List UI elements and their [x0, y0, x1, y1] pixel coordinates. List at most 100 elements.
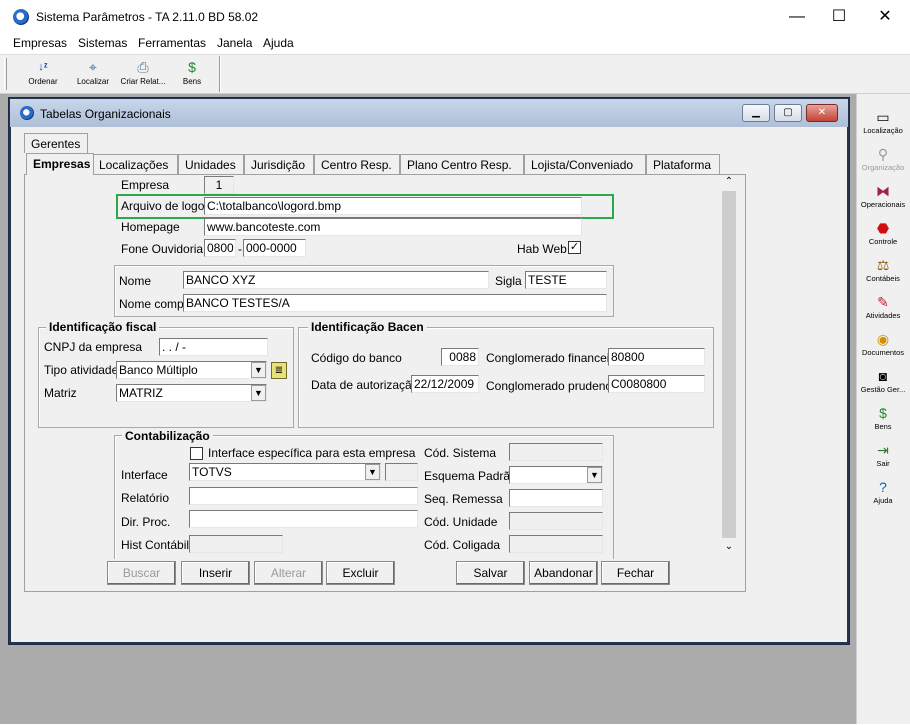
excluir-button[interactable]: Excluir [326, 561, 395, 585]
sigla-field[interactable]: TESTE [525, 271, 607, 289]
rp-controle-button[interactable]: ⬣ Controle [858, 220, 908, 246]
menu-ferramentas[interactable]: Ferramentas [138, 36, 206, 50]
cod-sistema-label: Cód. Sistema [424, 446, 497, 460]
tab-unidades[interactable]: Unidades [178, 154, 244, 174]
rp-documentos-label: Documentos [861, 348, 905, 357]
rp-controle-label: Controle [868, 237, 898, 246]
scroll-thumb[interactable] [722, 191, 736, 538]
inner-window-title: Tabelas Organizacionais [40, 107, 171, 121]
data-autorizacao-field[interactable]: 22/12/2009 [411, 375, 479, 393]
dir-proc-field[interactable] [189, 510, 418, 528]
rp-organizacao-button[interactable]: ⚲ Organização [858, 146, 908, 172]
interface-especifica-checkbox[interactable] [190, 447, 203, 460]
menu-janela[interactable]: Janela [217, 36, 252, 50]
fechar-button[interactable]: Fechar [601, 561, 670, 585]
fiscal-group-title: Identificação fiscal [46, 320, 160, 334]
abandonar-button[interactable]: Abandonar [529, 561, 598, 585]
alterar-button[interactable]: Alterar [254, 561, 323, 585]
tab-empresas[interactable]: Empresas [26, 153, 94, 175]
inner-close-button[interactable]: ✕ [806, 104, 838, 122]
homepage-field[interactable]: www.bancoteste.com [204, 218, 582, 236]
rp-contabeis-button[interactable]: ⚖ Contábeis [858, 257, 908, 283]
codigo-banco-field[interactable]: 0088 [441, 348, 479, 366]
inserir-button[interactable]: Inserir [181, 561, 250, 585]
empresa-field: 1 [204, 176, 234, 194]
fone-ddd-field[interactable]: 0800 [204, 239, 236, 257]
hab-web-label: Hab Web [517, 242, 567, 256]
conglomerado-prudencial-field[interactable]: C0080800 [608, 375, 705, 393]
tab-jurisdicao[interactable]: Jurisdição [244, 154, 314, 174]
lookup-list-icon[interactable]: ≣ [271, 362, 287, 379]
close-button[interactable]: ✕ [862, 6, 908, 28]
selection-highlight [116, 194, 614, 219]
relatorio-field[interactable] [189, 487, 418, 505]
matriz-select[interactable]: MATRIZ [116, 384, 267, 402]
toolbar-localizar-button[interactable]: ⌖ Localizar [74, 57, 112, 91]
money-bag-icon: $ [879, 405, 887, 421]
rp-bens-button[interactable]: $ Bens [858, 405, 908, 431]
nome-field[interactable]: BANCO XYZ [183, 271, 489, 289]
rp-ajuda-button[interactable]: ? Ajuda [858, 479, 908, 505]
rp-documentos-button[interactable]: ◉ Documentos [858, 331, 908, 357]
cod-unidade-field [509, 512, 603, 530]
window-title: Sistema Parâmetros - TA 2.11.0 BD 58.02 [36, 10, 259, 24]
cod-coligada-label: Cód. Coligada [424, 538, 501, 552]
sort-az-icon: ↓ᶻ [38, 61, 48, 73]
activities-icon: ✎ [877, 294, 889, 310]
scroll-down-icon[interactable]: ⌄ [722, 541, 736, 552]
tab-centro-resp[interactable]: Centro Resp. [314, 154, 400, 174]
toolbar-criar-relat-button[interactable]: ⎙ Criar Relat... [118, 57, 168, 91]
organization-icon: ⚲ [877, 146, 889, 162]
rp-gestao-button[interactable]: ◙ Gestão Ger... [858, 368, 908, 394]
tipo-atividade-select[interactable]: Banco Múltiplo [116, 361, 267, 379]
find-icon: ⌖ [89, 59, 97, 75]
menu-sistemas[interactable]: Sistemas [78, 36, 127, 50]
maximize-button[interactable]: ☐ [816, 6, 862, 28]
codigo-banco-label: Código do banco [311, 351, 402, 365]
toolbar-ordenar-button[interactable]: ↓ᶻ Ordenar [24, 57, 62, 91]
tab-lojista-conveniado[interactable]: Lojista/Conveniado [524, 154, 646, 174]
toolbar-ordenar-label: Ordenar [28, 77, 58, 86]
menu-empresas[interactable]: Empresas [13, 36, 67, 50]
matriz-label: Matriz [44, 386, 77, 400]
tab-plataforma[interactable]: Plataforma [646, 154, 720, 174]
hist-contabil-field [189, 535, 283, 553]
cnpj-field[interactable]: . . / - [159, 338, 268, 356]
hab-web-checkbox[interactable]: ✓ [568, 241, 581, 254]
empresa-label: Empresa [121, 178, 170, 192]
chevron-down-icon[interactable]: ▼ [251, 362, 266, 378]
scroll-up-icon[interactable]: ⌃ [722, 176, 736, 187]
money-bag-icon: $ [188, 59, 196, 75]
tab-plano-centro-resp[interactable]: Plano Centro Resp. [400, 154, 524, 174]
nome-compl-field[interactable]: BANCO TESTES/A [183, 294, 607, 312]
tab-localizacoes[interactable]: Localizações [92, 154, 178, 174]
contabilizacao-group-title: Contabilização [122, 429, 213, 443]
toolbar-grip[interactable] [4, 58, 7, 90]
tab-gerentes[interactable]: Gerentes [24, 133, 88, 153]
interface-select[interactable]: TOTVS [189, 463, 381, 481]
conglomerado-financeiro-field[interactable]: 80800 [608, 348, 705, 366]
menu-ajuda[interactable]: Ajuda [263, 36, 294, 50]
rp-atividades-button[interactable]: ✎ Atividades [858, 294, 908, 320]
inner-minimize-button[interactable]: ▁ [742, 104, 770, 122]
minimize-button[interactable]: — [774, 6, 820, 28]
cod-unidade-label: Cód. Unidade [424, 515, 498, 529]
cnpj-label: CNPJ da empresa [44, 340, 143, 354]
rp-localizacao-button[interactable]: ▭ Localização [858, 109, 908, 135]
rp-sair-label: Sair [876, 459, 890, 468]
rp-operacionais-button[interactable]: ⧓ Operacionais [858, 183, 908, 209]
help-icon: ? [879, 479, 887, 495]
inner-window-icon [20, 106, 34, 120]
fone-number-field[interactable]: 000-0000 [243, 239, 306, 257]
toolbar-bens-button[interactable]: $ Bens [178, 57, 206, 91]
seq-remessa-field[interactable] [509, 489, 603, 507]
chevron-down-icon[interactable]: ▼ [365, 464, 380, 480]
chevron-down-icon[interactable]: ▼ [587, 467, 602, 483]
salvar-button[interactable]: Salvar [456, 561, 525, 585]
chevron-down-icon[interactable]: ▼ [251, 385, 266, 401]
interface-especifica-label: Interface específica para esta empresa [208, 446, 416, 460]
rp-sair-button[interactable]: ⇥ Sair [858, 442, 908, 468]
rp-bens-label: Bens [874, 422, 892, 431]
inner-maximize-button[interactable]: ▢ [774, 104, 802, 122]
buscar-button[interactable]: Buscar [107, 561, 176, 585]
